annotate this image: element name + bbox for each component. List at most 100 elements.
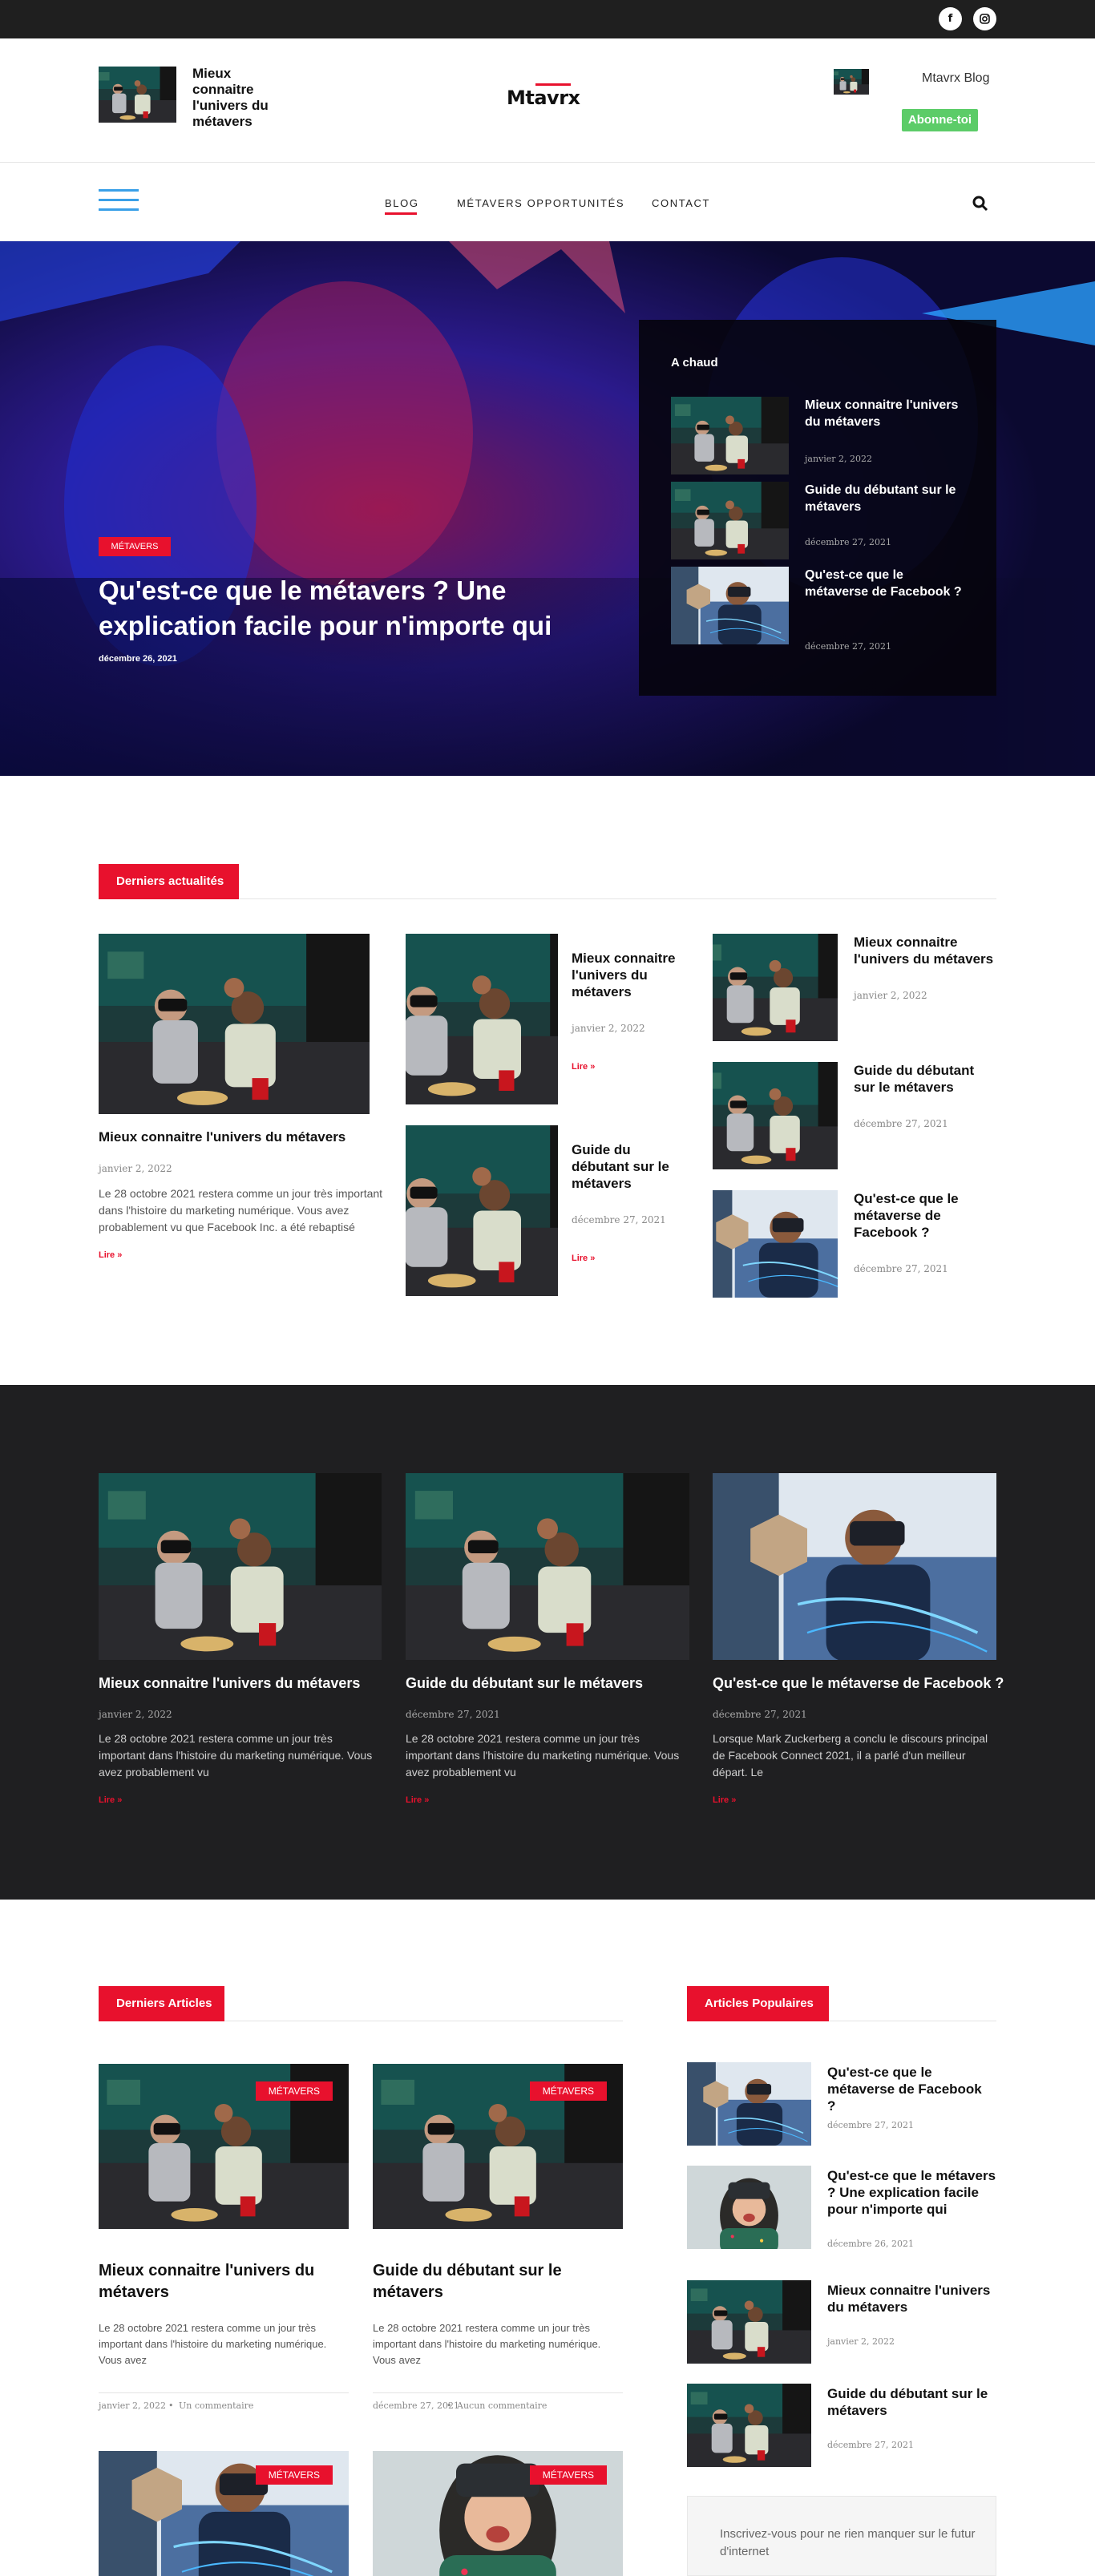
nav-contact[interactable]: CONTACT: [652, 197, 710, 209]
feature-date: janvier 2, 2022: [99, 1163, 172, 1174]
news-read-more[interactable]: Lire »: [572, 1062, 595, 1072]
meta-separator: •: [446, 2400, 452, 2411]
dark-card-excerpt: Le 28 octobre 2021 restera comme un jour…: [406, 1732, 680, 1779]
dark-card-image[interactable]: [99, 1473, 382, 1660]
news-title[interactable]: Guide du débutant sur le métavers: [572, 1141, 692, 1192]
section-divider: [239, 898, 996, 899]
logo-text: Mtavrx: [507, 87, 580, 109]
popular-title[interactable]: Qu'est-ce que le métaverse de Facebook ?: [827, 2064, 992, 2114]
news-title[interactable]: Mieux connaitre l'univers du métavers: [854, 934, 998, 967]
feature-title[interactable]: Mieux connaitre l'univers du métavers: [99, 1129, 387, 1145]
article-comments[interactable]: Aucun commentaire: [457, 2400, 547, 2411]
hot-item-image[interactable]: [671, 567, 789, 644]
hot-item-title[interactable]: Mieux connaitre l'univers du métavers: [805, 397, 969, 430]
dark-card-date: décembre 27, 2021: [406, 1709, 500, 1720]
facebook-icon[interactable]: f: [939, 7, 962, 30]
dark-card-image[interactable]: [406, 1473, 689, 1660]
news-date: décembre 27, 2021: [854, 1263, 948, 1274]
newsletter-text: Inscrivez-vous pour ne rien manquer sur …: [720, 2527, 976, 2558]
hot-item-title[interactable]: Guide du débutant sur le métavers: [805, 482, 969, 515]
articles-heading: Derniers Articles: [99, 1986, 224, 2021]
hero-category-badge[interactable]: MÉTAVERS: [99, 537, 171, 556]
nav-blog[interactable]: BLOG: [385, 197, 419, 209]
article-title[interactable]: Mieux connaitre l'univers du métavers: [99, 2260, 349, 2303]
instagram-icon[interactable]: [973, 7, 996, 30]
hot-item-title[interactable]: Qu'est-ce que le métaverse de Facebook ?: [805, 567, 969, 600]
meta-separator: •: [168, 2400, 174, 2411]
news-read-more[interactable]: Lire »: [572, 1254, 595, 1263]
blog-avatar: [834, 69, 869, 95]
search-icon[interactable]: [972, 195, 989, 212]
article-date: janvier 2, 2022: [99, 2400, 167, 2411]
popular-image[interactable]: [687, 2062, 811, 2146]
news-image[interactable]: [713, 1062, 838, 1169]
newsletter-box: Inscrivez-vous pour ne rien manquer sur …: [687, 2496, 996, 2576]
hero-title[interactable]: Qu'est-ce que le métavers ? Une explicat…: [99, 573, 596, 644]
dark-card-image[interactable]: [713, 1473, 996, 1660]
news-date: décembre 27, 2021: [854, 1118, 948, 1129]
article-category-badge[interactable]: MÉTAVERS: [529, 2081, 607, 2101]
dark-card-read-more[interactable]: Lire »: [713, 1795, 736, 1805]
subscribe-button[interactable]: Abonne-toi: [902, 109, 978, 131]
article-category-badge[interactable]: MÉTAVERS: [255, 2465, 333, 2485]
article-excerpt: Le 28 octobre 2021 restera comme un jour…: [373, 2322, 601, 2366]
article-meta-divider: [99, 2392, 349, 2393]
article-category-badge[interactable]: MÉTAVERS: [529, 2465, 607, 2485]
popular-image[interactable]: [687, 2384, 811, 2467]
top-bar: f: [0, 0, 1095, 38]
popular-heading: Articles Populaires: [687, 1986, 829, 2021]
hot-item-date: décembre 27, 2021: [805, 641, 891, 652]
news-title[interactable]: Qu'est-ce que le métaverse de Facebook ?: [854, 1190, 974, 1241]
popular-date: décembre 27, 2021: [827, 2120, 914, 2130]
news-image[interactable]: [406, 1125, 558, 1296]
news-image[interactable]: [406, 934, 558, 1104]
article-comments[interactable]: Un commentaire: [179, 2400, 253, 2411]
article-image[interactable]: MÉTAVERS: [99, 2064, 349, 2229]
news-date: janvier 2, 2022: [854, 990, 927, 1001]
popular-title[interactable]: Qu'est-ce que le métavers ? Une explicat…: [827, 2167, 1000, 2218]
dark-card-read-more[interactable]: Lire »: [406, 1795, 429, 1805]
news-title[interactable]: Mieux connaitre l'univers du métavers: [572, 950, 692, 1000]
popular-image[interactable]: [687, 2166, 811, 2249]
hot-item-date: janvier 2, 2022: [805, 454, 873, 464]
news-image[interactable]: [713, 934, 838, 1041]
hero-date: décembre 26, 2021: [99, 654, 177, 664]
dark-card-excerpt: Le 28 octobre 2021 restera comme un jour…: [99, 1732, 373, 1779]
dark-card-date: décembre 27, 2021: [713, 1709, 807, 1720]
hot-item-image[interactable]: [671, 397, 789, 474]
logo-accent: [535, 83, 571, 86]
article-excerpt: Le 28 octobre 2021 restera comme un jour…: [99, 2322, 327, 2366]
article-image[interactable]: MÉTAVERS: [373, 2064, 623, 2229]
dark-card-read-more[interactable]: Lire »: [99, 1795, 122, 1805]
feature-excerpt: Le 28 octobre 2021 restera comme un jour…: [99, 1187, 383, 1233]
header-thumbnail[interactable]: [99, 67, 176, 123]
hot-item-image[interactable]: [671, 482, 789, 559]
nav-metavers-opportunites[interactable]: MÉTAVERS OPPORTUNITÉS: [457, 197, 624, 209]
article-meta-divider: [373, 2392, 623, 2393]
blog-name: Mtavrx Blog: [922, 71, 990, 85]
feature-read-more[interactable]: Lire »: [99, 1250, 122, 1260]
article-image[interactable]: MÉTAVERS: [373, 2451, 623, 2576]
popular-title[interactable]: Guide du débutant sur le métavers: [827, 2385, 996, 2419]
dark-card-excerpt: Lorsque Mark Zuckerberg a conclu le disc…: [713, 1732, 988, 1779]
article-image[interactable]: MÉTAVERS: [99, 2451, 349, 2576]
popular-date: janvier 2, 2022: [827, 2336, 895, 2347]
article-category-badge[interactable]: MÉTAVERS: [255, 2081, 333, 2101]
nav-active-indicator: [385, 212, 417, 215]
site-tagline[interactable]: Mieux connaitre l'univers du métavers: [192, 66, 281, 130]
popular-title[interactable]: Mieux connaitre l'univers du métavers: [827, 2282, 996, 2316]
hot-item-date: décembre 27, 2021: [805, 537, 891, 547]
dark-card-date: janvier 2, 2022: [99, 1709, 172, 1720]
news-title[interactable]: Guide du débutant sur le métavers: [854, 1062, 986, 1096]
dark-card-title[interactable]: Qu'est-ce que le métaverse de Facebook ?: [713, 1675, 1004, 1692]
dark-card-title[interactable]: Guide du débutant sur le métavers: [406, 1675, 643, 1692]
latest-news-heading: Derniers actualités: [99, 864, 239, 899]
site-logo[interactable]: Mtavrx: [507, 83, 580, 109]
hamburger-icon[interactable]: [99, 189, 139, 213]
article-title[interactable]: Guide du débutant sur le métavers: [373, 2260, 623, 2303]
news-image[interactable]: [713, 1190, 838, 1298]
dark-card-title[interactable]: Mieux connaitre l'univers du métavers: [99, 1675, 360, 1692]
popular-image[interactable]: [687, 2280, 811, 2364]
popular-date: décembre 26, 2021: [827, 2239, 914, 2249]
feature-image[interactable]: [99, 934, 370, 1114]
